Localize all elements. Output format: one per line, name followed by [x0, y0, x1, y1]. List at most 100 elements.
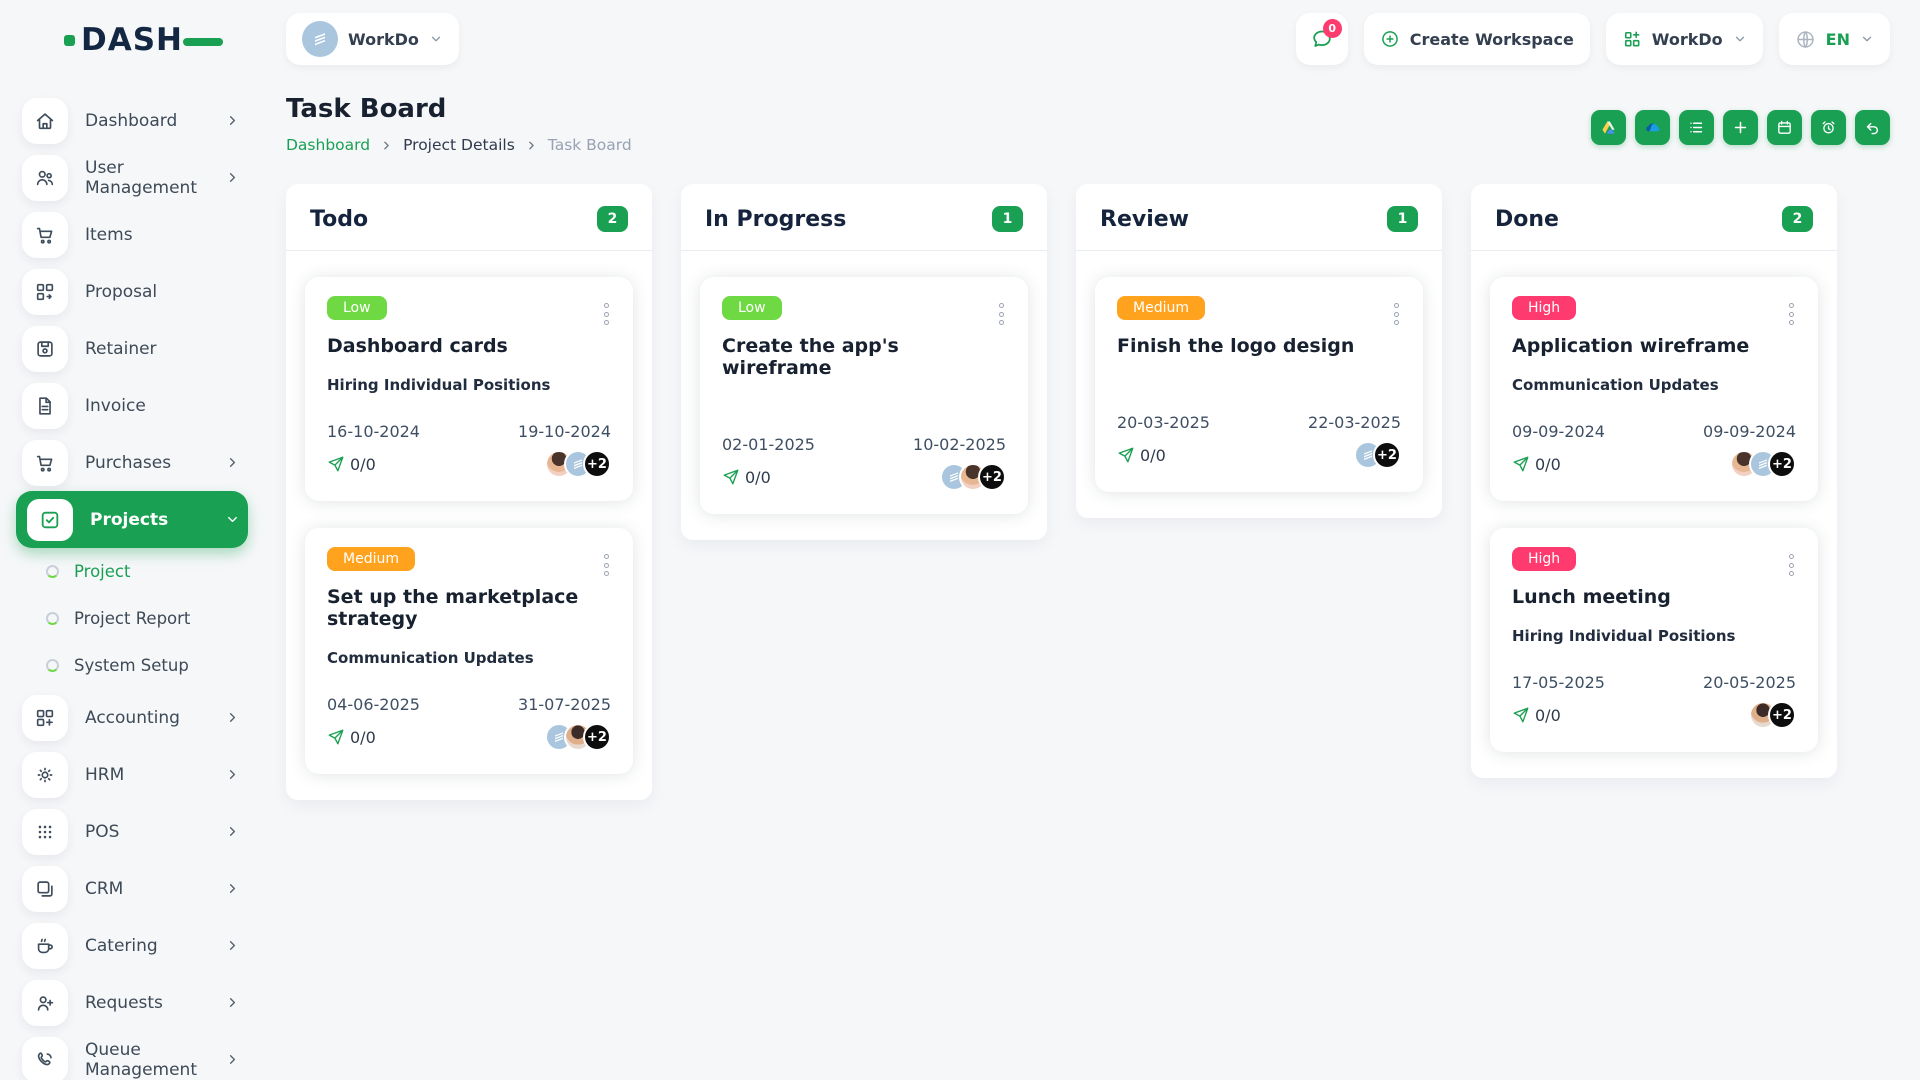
- avatar-group[interactable]: +2: [1730, 450, 1796, 478]
- sidebar-item-label: Catering: [85, 935, 158, 956]
- list-view-button[interactable]: [1679, 110, 1714, 145]
- layers-icon: [22, 865, 68, 912]
- sidebar-item-proposal[interactable]: Proposal: [16, 263, 248, 320]
- column-title: Done: [1495, 206, 1559, 232]
- sidebar-item-dashboard[interactable]: Dashboard: [16, 92, 248, 149]
- kanban-column-review: Review 1 Medium Finish the logo design 2…: [1076, 184, 1442, 518]
- avatar-group[interactable]: +2: [1749, 701, 1796, 729]
- add-task-button[interactable]: [1723, 110, 1758, 145]
- start-date: 09-09-2024: [1512, 422, 1605, 441]
- sidebar-subitem-system-setup[interactable]: System Setup: [16, 642, 248, 689]
- priority-badge: Medium: [327, 547, 415, 571]
- logo-dash-icon: [183, 38, 223, 46]
- subtask-progress: 0/0: [745, 467, 771, 487]
- chevron-right-icon: [225, 995, 240, 1010]
- column-header: Done 2: [1471, 184, 1837, 251]
- chevron-right-icon: [225, 881, 240, 896]
- sidebar-item-user-management[interactable]: User Management: [16, 149, 248, 206]
- subtask-progress: 0/0: [350, 727, 376, 747]
- sidebar-item-label: Accounting: [85, 707, 180, 728]
- timer-button[interactable]: [1811, 110, 1846, 145]
- sidebar-item-requests[interactable]: Requests: [16, 974, 248, 1031]
- start-date: 02-01-2025: [722, 435, 815, 454]
- breadcrumb-current: Task Board: [547, 136, 632, 154]
- avatar-overflow-count[interactable]: +2: [1373, 441, 1401, 469]
- back-button[interactable]: [1855, 110, 1890, 145]
- sidebar-item-pos[interactable]: POS: [16, 803, 248, 860]
- avatar-overflow-count[interactable]: +2: [978, 463, 1006, 491]
- workdo-apps-menu[interactable]: WorkDo: [1605, 13, 1763, 65]
- sidebar-item-label: User Management: [85, 157, 197, 198]
- one-drive-button[interactable]: [1635, 110, 1670, 145]
- kebab-menu-icon[interactable]: [602, 301, 611, 327]
- task-card[interactable]: Low Create the app's wireframe 02-01-202…: [700, 277, 1028, 514]
- avatar-group[interactable]: +2: [940, 463, 1006, 491]
- sidebar: DASH Dashboard User Management Items Pro…: [0, 0, 262, 1080]
- sidebar-subitem-label: System Setup: [74, 656, 189, 675]
- breadcrumb-project-details[interactable]: Project Details: [403, 136, 515, 154]
- column-title: Review: [1100, 206, 1189, 232]
- sidebar-item-queue-management[interactable]: Queue Management: [16, 1031, 248, 1080]
- breadcrumb-dashboard-link[interactable]: Dashboard: [286, 136, 370, 154]
- task-card[interactable]: High Application wireframe Communication…: [1490, 277, 1818, 501]
- sidebar-subitem-project[interactable]: Project: [16, 548, 248, 595]
- calendar-button[interactable]: [1767, 110, 1802, 145]
- create-workspace-button[interactable]: Create Workspace: [1363, 13, 1590, 65]
- target-icon: [22, 751, 68, 798]
- cart-icon: [22, 211, 68, 258]
- sidebar-item-label: Invoice: [85, 395, 146, 416]
- task-title: Set up the marketplace strategy: [327, 586, 579, 630]
- sidebar-item-hrm[interactable]: HRM: [16, 746, 248, 803]
- priority-badge: Low: [327, 296, 387, 320]
- end-date: 20-05-2025: [1703, 673, 1796, 692]
- proposal-icon: [22, 268, 68, 315]
- avatar-overflow-count[interactable]: +2: [1768, 450, 1796, 478]
- workspace-switcher[interactable]: WorkDo: [286, 13, 459, 65]
- sidebar-item-items[interactable]: Items: [16, 206, 248, 263]
- kebab-menu-icon[interactable]: [997, 301, 1006, 327]
- app-logo[interactable]: DASH: [16, 14, 248, 66]
- task-card[interactable]: Low Dashboard cards Hiring Individual Po…: [305, 277, 633, 501]
- sidebar-item-crm[interactable]: CRM: [16, 860, 248, 917]
- sidebar-item-accounting[interactable]: Accounting: [16, 689, 248, 746]
- messages-button[interactable]: 0: [1295, 13, 1348, 65]
- kebab-menu-icon[interactable]: [1787, 552, 1796, 578]
- task-footer: 0/0 +2: [327, 722, 611, 752]
- end-date: 22-03-2025: [1308, 413, 1401, 432]
- task-footer: 0/0 +2: [1512, 700, 1796, 730]
- task-card[interactable]: Medium Set up the marketplace strategy C…: [305, 528, 633, 774]
- sidebar-item-label: Dashboard: [85, 110, 178, 131]
- sidebar-item-catering[interactable]: Catering: [16, 917, 248, 974]
- column-cards: Medium Finish the logo design 20-03-2025…: [1076, 251, 1442, 498]
- column-count-badge: 1: [992, 206, 1023, 232]
- sidebar-item-label: POS: [85, 821, 120, 842]
- kebab-menu-icon[interactable]: [1392, 301, 1401, 327]
- sidebar-subitem-project-report[interactable]: Project Report: [16, 595, 248, 642]
- sidebar-item-label: Projects: [90, 509, 169, 530]
- google-drive-button[interactable]: [1591, 110, 1626, 145]
- kebab-menu-icon[interactable]: [1787, 301, 1796, 327]
- end-date: 19-10-2024: [518, 422, 611, 441]
- column-cards: Low Dashboard cards Hiring Individual Po…: [286, 251, 652, 780]
- task-card[interactable]: Medium Finish the logo design 20-03-2025…: [1095, 277, 1423, 492]
- avatar-overflow-count[interactable]: +2: [583, 450, 611, 478]
- task-card[interactable]: High Lunch meeting Hiring Individual Pos…: [1490, 528, 1818, 752]
- avatar-group[interactable]: +2: [545, 450, 611, 478]
- sidebar-item-invoice[interactable]: Invoice: [16, 377, 248, 434]
- sidebar-item-purchases[interactable]: Purchases: [16, 434, 248, 491]
- language-selector[interactable]: EN: [1778, 13, 1890, 65]
- send-icon: [1118, 447, 1134, 463]
- avatar-overflow-count[interactable]: +2: [583, 723, 611, 751]
- avatar-overflow-count[interactable]: +2: [1768, 701, 1796, 729]
- kebab-menu-icon[interactable]: [602, 552, 611, 578]
- sidebar-item-retainer[interactable]: Retainer: [16, 320, 248, 377]
- sidebar-item-projects[interactable]: Projects: [16, 491, 248, 548]
- plus-icon: [1734, 121, 1747, 134]
- home-icon: [22, 97, 68, 144]
- avatar-group[interactable]: +2: [1354, 441, 1401, 469]
- avatar-group[interactable]: +2: [545, 723, 611, 751]
- column-cards: High Application wireframe Communication…: [1471, 251, 1837, 758]
- end-date: 31-07-2025: [518, 695, 611, 714]
- chevron-down-icon: [429, 32, 443, 46]
- breadcrumb: Dashboard Project Details Task Board: [286, 136, 632, 154]
